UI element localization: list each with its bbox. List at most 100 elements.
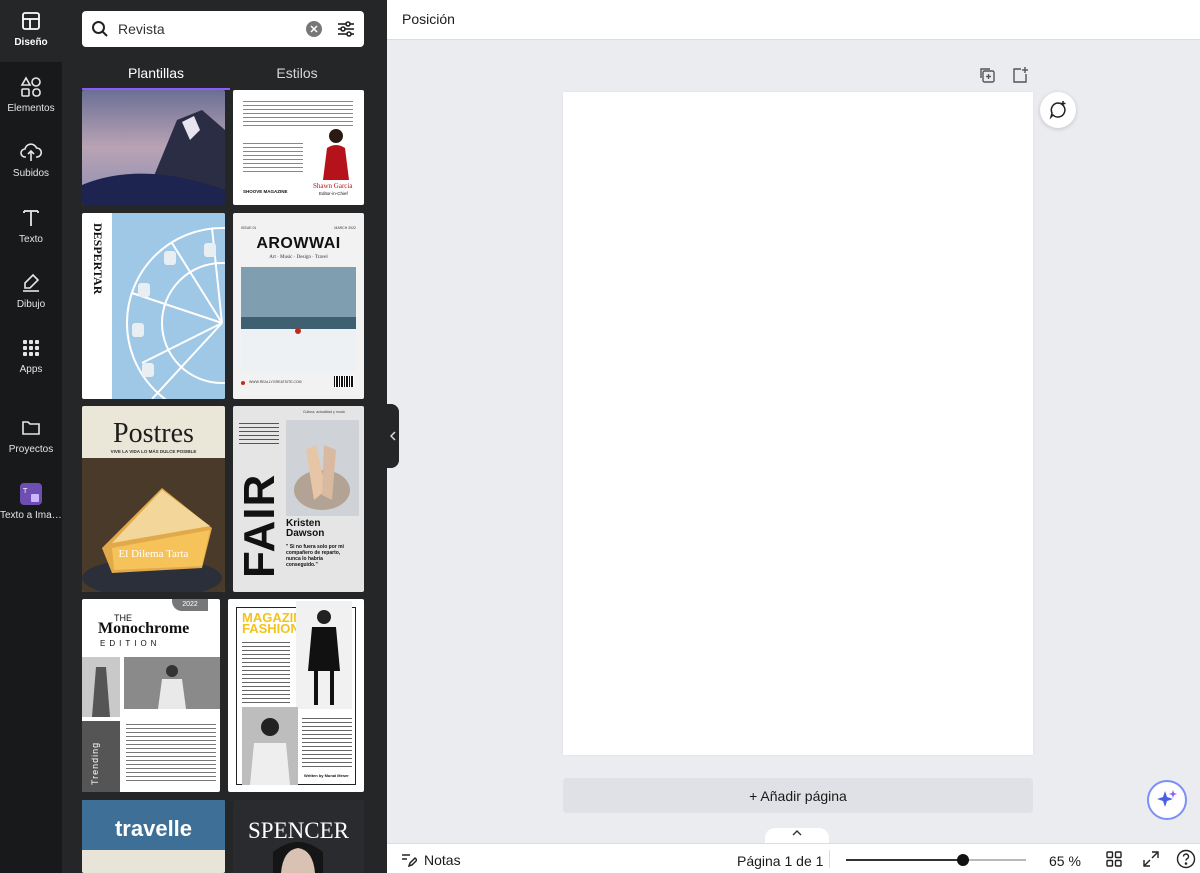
divider (829, 850, 830, 868)
templates-panel: Plantillas Estilos Shawn Garcia Editor-i… (62, 0, 387, 873)
zoom-slider-handle[interactable] (957, 854, 969, 866)
design-editor: Diseño Elementos Subidos Texto Dibujo Ap… (0, 0, 1200, 873)
cover-title-line2: FASHION (242, 621, 300, 636)
panel-tabs: Plantillas Estilos (82, 56, 364, 90)
draw-icon (20, 272, 42, 294)
notes-button[interactable]: Notas (401, 852, 461, 868)
bw-photo (82, 657, 220, 717)
sidebar-rail: Diseño Elementos Subidos Texto Dibujo Ap… (0, 0, 62, 873)
template-thumbnail-fair[interactable]: Cultura, actualidad y moda FAIR Kristen … (233, 406, 364, 592)
add-page-icon[interactable] (1011, 66, 1029, 84)
add-page-button[interactable]: + Añadir página (563, 778, 1033, 813)
section-header: Cultura, actualidad y moda (303, 410, 345, 414)
issue-date: MARCH 2022 (334, 226, 356, 230)
editor-role: Editor-in-Chief (319, 191, 348, 196)
featured-name: Kristen Dawson (286, 518, 325, 539)
expand-pages-button[interactable] (765, 828, 829, 844)
editor-portrait (323, 129, 349, 180)
rail-item-texto-a-imagen[interactable]: T Texto a Imagen (0, 473, 62, 535)
duplicate-page-icon[interactable] (978, 66, 996, 84)
magic-assistant-button[interactable] (1147, 780, 1187, 820)
rail-item-label: Diseño (14, 37, 48, 48)
zoom-slider[interactable] (846, 854, 1026, 866)
year-badge: 2022 (172, 599, 208, 611)
template-thumbnail-fashion[interactable]: MAGAZINE FASHION Written by Munal Meser (228, 599, 364, 792)
template-thumbnail-postres[interactable]: Postres VIVE LA VIDA LO MÁS DULCE POSIBL… (82, 406, 225, 592)
barcode-icon (334, 376, 354, 387)
page-indicator[interactable]: Página 1 de 1 (737, 853, 823, 869)
add-comment-button[interactable] (1040, 92, 1076, 128)
article-text-block (242, 639, 290, 703)
template-thumbnail-mountain[interactable] (82, 90, 225, 205)
trending-label: Trending (90, 741, 100, 785)
template-thumbnail-shoove[interactable]: Shawn Garcia Editor-in-Chief SHOOVE MAGA… (233, 90, 364, 205)
cloud-upload-icon (20, 141, 42, 163)
magazine-brand: SHOOVE MAGAZINE (243, 189, 288, 194)
cover-caption: El Dilema Tarta (118, 548, 189, 560)
shapes-icon (20, 76, 42, 98)
position-button[interactable]: Posición (402, 11, 455, 27)
rail-item-diseno[interactable]: Diseño (0, 0, 62, 62)
notes-label: Notas (424, 852, 461, 868)
search-icon (82, 20, 118, 38)
filter-sliders-icon[interactable] (336, 19, 356, 39)
snow-beach-image (241, 267, 356, 372)
magazine-subtitle: Art · Music · Design · Travel (269, 255, 328, 260)
rail-item-label: Texto (19, 234, 43, 245)
help-icon[interactable] (1176, 849, 1196, 873)
article-text-block (243, 140, 303, 174)
grid-view-icon[interactable] (1106, 851, 1122, 872)
magazine-title: Postres (113, 418, 194, 449)
portrait-photo (273, 842, 323, 873)
magazine-title: FAIR (235, 473, 284, 578)
collapse-panel-handle[interactable] (387, 404, 399, 468)
fullscreen-icon[interactable] (1143, 851, 1159, 872)
sparkle-icon (1157, 790, 1177, 807)
rail-item-label: Elementos (7, 103, 55, 114)
trending-band (82, 721, 120, 792)
magazine-tagline: VIVE LA VIDA LO MÁS DULCE POSIBLE (110, 449, 197, 454)
model-photo-top (296, 601, 352, 709)
magazine-title: DESPERTAR (91, 223, 105, 295)
rail-item-subidos[interactable]: Subidos (0, 131, 62, 193)
rail-item-dibujo[interactable]: Dibujo (0, 262, 62, 324)
zoom-percentage[interactable]: 65 % (1049, 853, 1081, 869)
clear-search-icon[interactable] (306, 21, 322, 37)
template-thumbnail-despertar[interactable]: DESPERTAR (82, 213, 225, 399)
rail-item-apps[interactable]: Apps (0, 327, 62, 389)
context-toolbar: Posición (387, 0, 1200, 40)
apps-grid-icon (20, 337, 42, 359)
edition-label: EDITION (100, 639, 161, 648)
bottom-toolbar: Notas Página 1 de 1 65 % (387, 843, 1200, 873)
rail-item-label: Dibujo (16, 299, 46, 310)
article-text-block (302, 715, 352, 769)
cake-image (82, 458, 225, 592)
layout-icon (20, 10, 42, 32)
folder-icon (20, 417, 42, 439)
rail-item-texto[interactable]: Texto (0, 197, 62, 259)
issue-label: ISSUE 01 (241, 226, 257, 230)
rail-item-label: Proyectos (8, 444, 54, 455)
rail-item-proyectos[interactable]: Proyectos (0, 407, 62, 469)
tab-estilos[interactable]: Estilos (230, 56, 364, 90)
template-thumbnail-arowwai[interactable]: ISSUE 01 MARCH 2022 AROWWAI Art · Music … (233, 213, 364, 399)
search-input[interactable] (118, 21, 298, 37)
search-box (82, 11, 364, 47)
zoom-slider-fill (846, 859, 963, 861)
model-photo-bottom (242, 707, 298, 785)
featured-quote: " Si no fuera solo por mi compañero de r… (286, 544, 344, 568)
rail-item-elementos[interactable]: Elementos (0, 66, 62, 128)
text-to-image-icon: T (20, 483, 42, 505)
red-dot (241, 381, 245, 385)
rail-item-label: Apps (19, 364, 43, 375)
chevron-up-icon (792, 830, 802, 836)
template-thumbnail-monochrome[interactable]: 2022 THE Monochrome EDITION Trending (82, 599, 220, 792)
mountain-image (82, 90, 225, 205)
editor-name: Shawn Garcia (313, 182, 353, 190)
design-page[interactable] (563, 92, 1033, 755)
tab-plantillas[interactable]: Plantillas (82, 56, 230, 90)
rail-item-label: Texto a Imagen (0, 510, 62, 521)
svg-text:T: T (22, 487, 28, 495)
template-thumbnail-travelle[interactable]: travelle (82, 800, 225, 873)
template-thumbnail-spencer[interactable]: SPENCER (233, 800, 364, 873)
